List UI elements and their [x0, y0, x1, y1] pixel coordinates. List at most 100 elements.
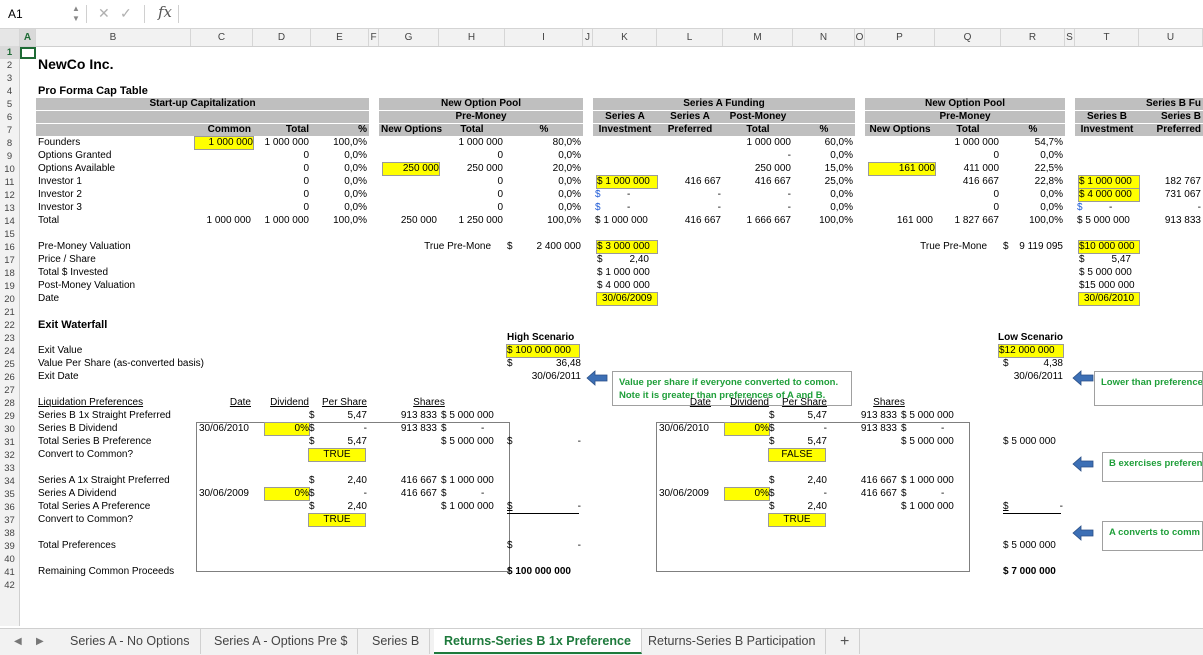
- row-header-26[interactable]: 26: [0, 371, 19, 384]
- pre-total-value[interactable]: 1 250 000: [441, 215, 504, 227]
- high-dash[interactable]: -: [317, 423, 367, 435]
- row-header-17[interactable]: 17: [0, 254, 19, 267]
- col-preferred[interactable]: Preferred: [1141, 124, 1201, 136]
- exit-waterfall-heading[interactable]: Exit Waterfall: [38, 319, 309, 331]
- post-money-value[interactable]: 1 666 667: [725, 215, 792, 227]
- row-header-29[interactable]: 29: [0, 410, 19, 423]
- col-common[interactable]: Common: [193, 124, 251, 136]
- series-a-valuation[interactable]: $ 4 000 000: [597, 280, 655, 292]
- pct-value[interactable]: 100,0%: [313, 137, 367, 149]
- b-preferred-total[interactable]: 913 833: [1141, 215, 1201, 227]
- low-a-amount[interactable]: $ 1 000 000: [901, 475, 967, 487]
- high-a-total-per-share[interactable]: 2,40: [317, 501, 367, 513]
- col-pct[interactable]: %: [1003, 124, 1063, 136]
- col-pct[interactable]: %: [507, 124, 581, 136]
- pct-value[interactable]: 0,0%: [313, 189, 367, 201]
- high-dash[interactable]: -: [481, 488, 501, 500]
- high-col-per-share[interactable]: Per Share: [309, 397, 367, 409]
- col-total[interactable]: Total: [937, 124, 999, 136]
- note-b-exercises-preference[interactable]: B exercises preferen: [1102, 452, 1203, 482]
- high-a-dividend-input[interactable]: 0%: [264, 487, 310, 501]
- select-all-corner[interactable]: [0, 29, 20, 46]
- row-header-9[interactable]: 9: [0, 150, 19, 163]
- a-investment-total[interactable]: $ 1 000 000: [595, 215, 655, 227]
- liquidation-label[interactable]: Series A 1x Straight Preferred: [38, 475, 189, 487]
- row-header-28[interactable]: 28: [0, 397, 19, 410]
- column-header-t[interactable]: T: [1075, 29, 1139, 46]
- b-pre-total-value[interactable]: 0: [937, 202, 999, 214]
- formula-input[interactable]: [182, 4, 1197, 24]
- sheet-title[interactable]: NewCo Inc.: [38, 57, 367, 71]
- series-a-valuation[interactable]: 30/06/2009: [596, 292, 658, 306]
- new-options-total[interactable]: 250 000: [381, 215, 437, 227]
- total-value[interactable]: 1 000 000: [255, 137, 310, 149]
- col-investment[interactable]: Investment: [595, 124, 655, 136]
- high-b-convert-flag[interactable]: TRUE: [308, 448, 366, 462]
- high-b-dividend-input[interactable]: 0%: [264, 422, 310, 436]
- pre-total-value[interactable]: 0: [441, 202, 503, 214]
- series-b-price[interactable]: 5,47: [1077, 254, 1131, 266]
- liquidation-label[interactable]: Series B 1x Straight Preferred: [38, 410, 189, 422]
- pre-money-header[interactable]: Pre-Money: [381, 111, 581, 123]
- column-header-q[interactable]: Q: [935, 29, 1001, 46]
- high-col-shares[interactable]: Shares: [399, 397, 459, 409]
- total-value[interactable]: 0: [255, 189, 309, 201]
- high-b-shares[interactable]: 913 833: [377, 410, 437, 422]
- true-pre-money-label[interactable]: True Pre-Mone: [917, 241, 987, 253]
- col-series-b[interactable]: Series B: [1141, 111, 1201, 123]
- post-pct-value[interactable]: 15,0%: [795, 163, 853, 175]
- pre-pct-value[interactable]: 0,0%: [507, 189, 581, 201]
- b-pct-value[interactable]: 100,0%: [1003, 215, 1063, 227]
- row-header-27[interactable]: 27: [0, 384, 19, 397]
- high-b-total-amount[interactable]: $ 5 000 000: [441, 436, 507, 448]
- low-dash[interactable]: -: [777, 488, 827, 500]
- total-value[interactable]: 0: [255, 150, 309, 162]
- high-exit-value-input[interactable]: $ 100 000 000: [506, 344, 580, 358]
- row-header-37[interactable]: 37: [0, 514, 19, 527]
- row-label[interactable]: Investor 3: [38, 202, 189, 214]
- low-b-amount[interactable]: $ 5 000 000: [901, 410, 967, 422]
- pre-pct-value[interactable]: 20,0%: [507, 163, 581, 175]
- high-b-per-share[interactable]: 5,47: [317, 410, 367, 422]
- high-col-date[interactable]: Date: [197, 397, 251, 409]
- low-scenario-title[interactable]: Low Scenario: [983, 332, 1063, 344]
- low-dash[interactable]: -: [941, 488, 961, 500]
- col-series-b[interactable]: Series B: [1077, 111, 1137, 123]
- total-value[interactable]: 0: [255, 202, 309, 214]
- low-b-dividend-input[interactable]: 0%: [724, 422, 770, 436]
- column-header-p[interactable]: P: [865, 29, 935, 46]
- column-header-i[interactable]: I: [505, 29, 583, 46]
- pre-total-value[interactable]: 0: [441, 176, 503, 188]
- true-pre-money-value[interactable]: 2 400 000: [507, 241, 582, 253]
- high-col-dividend[interactable]: Dividend: [253, 397, 309, 409]
- b-pct-value[interactable]: 0,0%: [1003, 150, 1063, 162]
- note-a-converts-to-common[interactable]: A converts to comm: [1102, 521, 1203, 551]
- post-pct-value[interactable]: 100,0%: [795, 215, 853, 227]
- series-a-price[interactable]: 2,40: [595, 254, 649, 266]
- liquidation-label[interactable]: Convert to Common?: [38, 449, 189, 461]
- high-cur[interactable]: $: [441, 423, 451, 435]
- a-investment-dash[interactable]: -: [627, 189, 637, 201]
- column-header-c[interactable]: C: [191, 29, 253, 46]
- true-pre-money-value[interactable]: 9 119 095: [1003, 241, 1063, 253]
- row-header-24[interactable]: 24: [0, 345, 19, 358]
- pre-total-value[interactable]: 0: [441, 150, 503, 162]
- row-label[interactable]: Investor 2: [38, 189, 189, 201]
- row-header-3[interactable]: 3: [0, 72, 19, 85]
- col-total[interactable]: Total: [441, 124, 503, 136]
- b-pct-value[interactable]: 0,0%: [1003, 202, 1063, 214]
- liquidation-label[interactable]: Series A Dividend: [38, 488, 189, 500]
- high-exit-date[interactable]: 30/06/2011: [507, 371, 581, 383]
- low-a-date[interactable]: 30/06/2009: [651, 488, 709, 500]
- b-new-options-input[interactable]: 161 000: [868, 162, 936, 176]
- column-header-d[interactable]: D: [253, 29, 311, 46]
- remaining-common-label[interactable]: Remaining Common Proceeds: [38, 566, 189, 578]
- b-pre-total-value[interactable]: 416 667: [937, 176, 999, 188]
- row-label[interactable]: Options Granted: [38, 150, 189, 162]
- tab-prev-icon[interactable]: ◀: [14, 629, 22, 654]
- low-a-convert-flag[interactable]: TRUE: [768, 513, 826, 527]
- row-header-23[interactable]: 23: [0, 332, 19, 345]
- b-investment-total[interactable]: $ 5 000 000: [1077, 215, 1137, 227]
- col-pct[interactable]: %: [795, 124, 853, 136]
- row-header-32[interactable]: 32: [0, 449, 19, 462]
